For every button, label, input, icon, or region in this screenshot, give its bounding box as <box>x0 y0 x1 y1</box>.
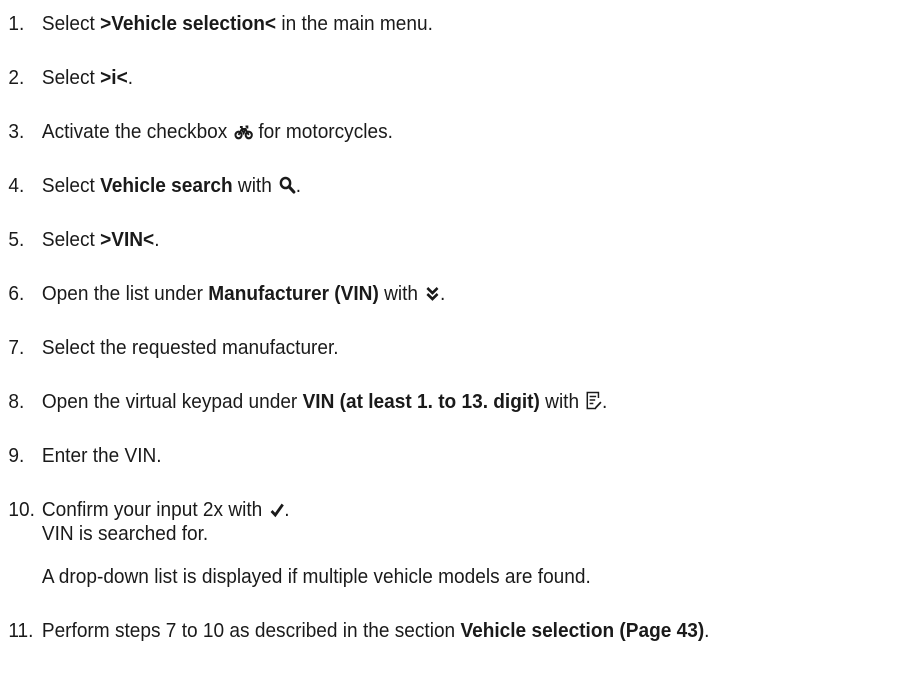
step-text: Activate the checkbox <box>41 120 233 143</box>
step-number: 5. <box>8 228 25 251</box>
step-10-result: VIN is searched for. <box>41 522 209 545</box>
step-number: 4. <box>8 174 25 197</box>
step-text: Enter the VIN. <box>41 444 162 467</box>
step-number: 3. <box>8 120 25 143</box>
step-text: Select <box>41 174 101 197</box>
step-6: 6. Open the list under Manufacturer (VIN)… <box>0 282 445 306</box>
step-emphasis: >i< <box>100 66 128 89</box>
step-text: with <box>378 282 424 305</box>
step-3: 3. Activate the checkbox for motorcycles. <box>0 120 393 144</box>
step-number: 10. <box>8 498 35 521</box>
step-emphasis: >Vehicle selection< <box>100 12 277 35</box>
step-text: with <box>539 390 585 413</box>
step-emphasis: VIN (at least 1. to 13. digit) <box>302 390 540 413</box>
step-4: 4. Select Vehicle search with . <box>0 174 301 198</box>
double-chevron-down-icon <box>425 286 440 302</box>
step-10-note: A drop-down list is displayed if multipl… <box>41 565 591 588</box>
step-5: 5. Select >VIN<. <box>0 228 159 252</box>
step-text: Open the virtual keypad under <box>41 390 303 413</box>
motorcycle-icon <box>234 124 253 140</box>
step-number: 7. <box>8 336 25 359</box>
step-text: Perform steps 7 to 10 as described in th… <box>41 619 461 642</box>
magnifier-icon <box>279 176 296 194</box>
step-text: . <box>440 282 446 305</box>
step-9: 9. Enter the VIN. <box>0 444 162 468</box>
step-text: . <box>602 390 608 413</box>
step-number: 1. <box>8 12 25 35</box>
step-number: 8. <box>8 390 25 413</box>
step-text: in the main menu. <box>276 12 433 35</box>
step-emphasis: Manufacturer (VIN) <box>208 282 379 305</box>
step-text: . <box>295 174 302 197</box>
checkmark-icon <box>269 502 284 518</box>
step-2: 2. Select >i<. <box>0 66 133 90</box>
step-7: 7. Select the requested manufacturer. <box>0 336 339 360</box>
step-emphasis: >VIN< <box>100 228 155 251</box>
section-link[interactable]: Vehicle selection (Page 43) <box>460 619 704 642</box>
step-text: Open the list under <box>41 282 209 305</box>
step-number: 9. <box>8 444 25 467</box>
step-number: 6. <box>8 282 25 305</box>
step-number: 11. <box>8 619 34 642</box>
step-text: Select <box>41 228 101 251</box>
step-1: 1. Select >Vehicle selection< in the main… <box>0 12 433 36</box>
step-text: . <box>154 228 160 251</box>
step-8: 8. Open the virtual keypad under VIN (at … <box>0 390 607 414</box>
step-text: Confirm your input 2x with <box>41 498 268 521</box>
step-text: Select <box>41 66 101 89</box>
edit-document-icon <box>586 391 602 410</box>
step-number: 2. <box>8 66 25 89</box>
step-text: with <box>232 174 278 197</box>
step-text: . <box>704 619 710 642</box>
step-emphasis: Vehicle search <box>100 174 233 197</box>
step-11: 11. Perform steps 7 to 10 as described in… <box>0 619 709 643</box>
step-text: . <box>127 66 134 89</box>
step-text: Select <box>41 12 101 35</box>
step-text: . <box>284 498 290 521</box>
step-text: Select the requested manufacturer. <box>41 336 339 359</box>
step-text: for motorcycles. <box>253 120 393 143</box>
step-10: 10. Confirm your input 2x with . <box>0 498 290 522</box>
